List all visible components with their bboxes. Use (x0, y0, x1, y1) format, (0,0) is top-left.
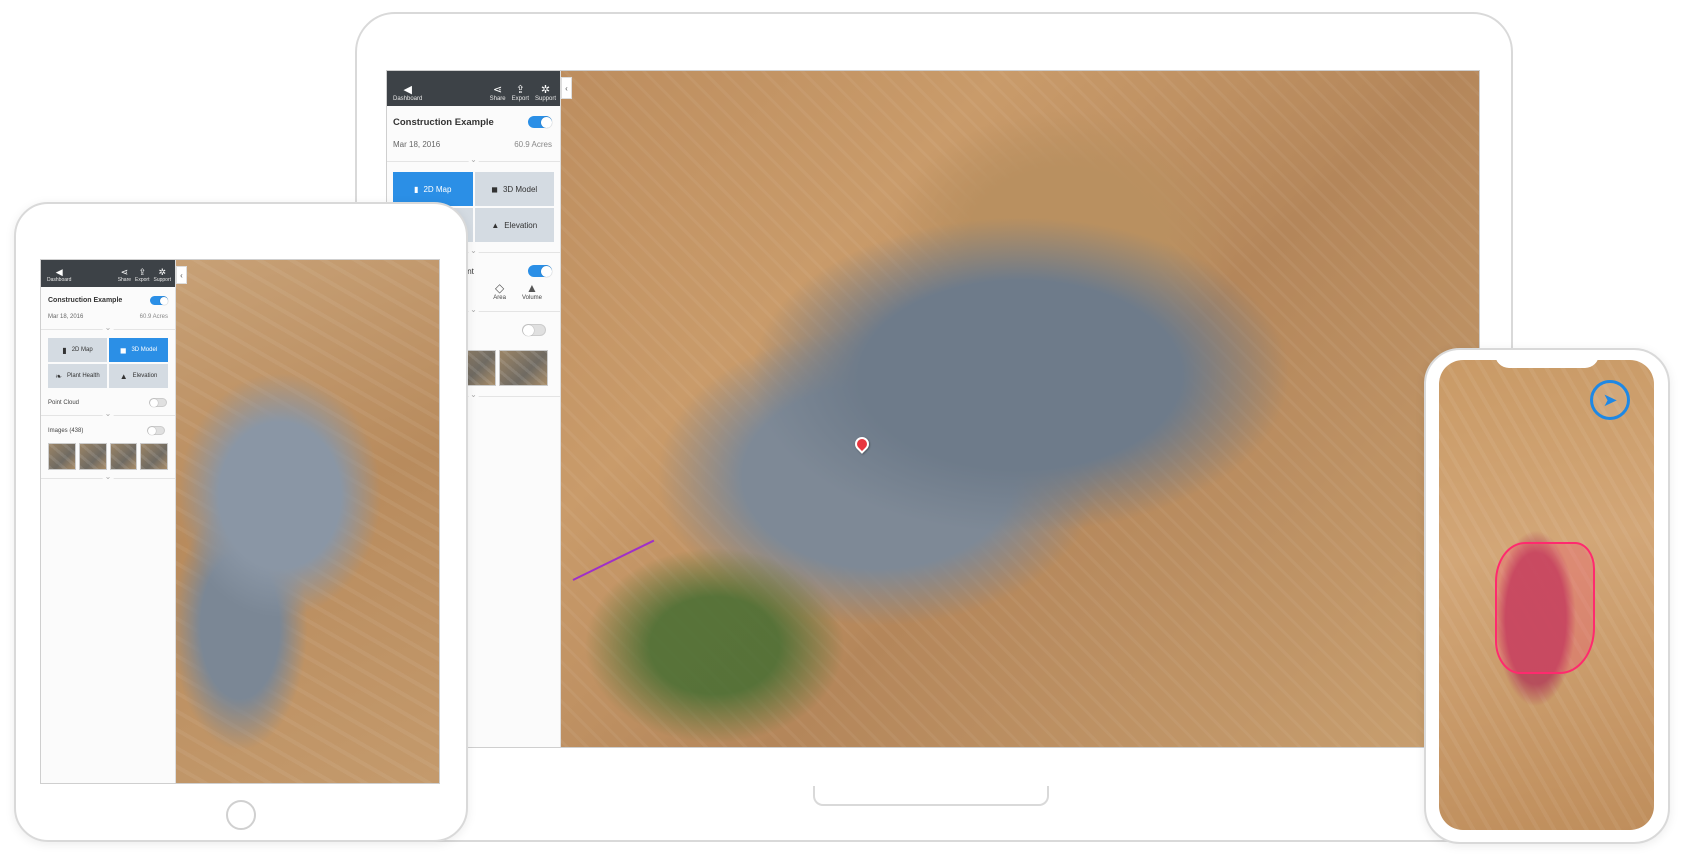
measurement-toggle[interactable] (528, 265, 552, 277)
cube-icon: ◼ (119, 345, 127, 355)
tablet-screen: ◀ Dashboard ⋖ Share ⇪ Export ✲ Support C… (40, 259, 440, 784)
lifebuoy-icon: ✲ (540, 84, 551, 96)
tab-plant-health[interactable]: ❧ Plant Health (48, 364, 107, 388)
mountain-icon: ▲ (119, 371, 128, 381)
export-icon: ⇪ (515, 84, 525, 96)
tab-elevation[interactable]: ▲ Elevation (474, 208, 554, 242)
laptop-screen: ◀ Dashboard ⋖ Share ⇪ Export ✲ Support C… (386, 70, 1480, 748)
tab-elevation[interactable]: ▲ Elevation (109, 364, 168, 388)
share-icon: ⋖ (493, 84, 503, 96)
image-thumbnail[interactable] (499, 350, 548, 386)
point-cloud-toggle[interactable] (522, 324, 546, 336)
image-thumbnail[interactable] (109, 443, 138, 470)
area-size: 60.9 Acres (139, 314, 168, 320)
section-divider (41, 478, 175, 479)
map-icon: ▮ (414, 184, 419, 194)
section-divider (41, 329, 175, 330)
support-button[interactable]: ✲ Support (535, 84, 556, 102)
cube-icon: ◼ (491, 184, 498, 194)
lifebuoy-icon: ✲ (158, 267, 167, 277)
phone-screen: ➤ (1439, 360, 1654, 830)
share-button[interactable]: ⋖ Share (118, 267, 131, 283)
project-title: Construction Example (393, 116, 494, 128)
export-button[interactable]: ⇪ Export (512, 84, 529, 102)
project-visibility-toggle[interactable] (528, 116, 552, 128)
tab-3d-model[interactable]: ◼ 3D Model (474, 172, 554, 206)
point-cloud-label: Point Cloud (48, 399, 80, 406)
view-mode-tiles: ▮ 2D Map ◼ 3D Model ❧ Plant Health ▲ Ele… (41, 338, 175, 388)
area-size: 60.9 Acres (514, 140, 552, 149)
dashboard-button[interactable]: ◀ Dashboard (393, 84, 422, 102)
chevron-left-icon: ‹ (565, 83, 568, 93)
volume-icon: ▲ (526, 281, 538, 295)
images-toggle[interactable] (147, 426, 165, 435)
back-arrow-icon: ◀ (55, 267, 63, 277)
share-icon: ⋖ (120, 267, 129, 277)
capture-date: Mar 18, 2016 (393, 140, 441, 149)
area-icon: ◇ (495, 281, 505, 295)
top-bar: ◀ Dashboard ⋖ Share ⇪ Export ✲ Support (387, 71, 560, 106)
map-icon: ▮ (62, 345, 67, 355)
tab-2d-map[interactable]: ▮ 2D Map (393, 172, 473, 206)
chevron-left-icon: ‹ (180, 270, 183, 280)
collapse-panel-button[interactable]: ‹ (176, 266, 187, 284)
capture-date: Mar 18, 2016 (48, 314, 84, 320)
export-button[interactable]: ⇪ Export (135, 267, 149, 283)
top-bar: ◀ Dashboard ⋖ Share ⇪ Export ✲ Support (41, 260, 175, 287)
images-label: Images (438) (48, 427, 84, 434)
section-divider (41, 415, 175, 416)
phone-notch (1495, 350, 1599, 368)
share-button[interactable]: ⋖ Share (490, 84, 506, 102)
image-thumbnail[interactable] (78, 443, 107, 470)
image-thumbnail[interactable] (140, 443, 168, 470)
tab-2d-map[interactable]: ▮ 2D Map (48, 338, 107, 362)
side-panel: ◀ Dashboard ⋖ Share ⇪ Export ✲ Support C… (41, 260, 176, 783)
image-thumbnails (41, 435, 175, 470)
collapse-panel-button[interactable]: ‹ (561, 77, 572, 99)
volume-measurement-outline[interactable] (1495, 542, 1595, 674)
mountain-icon: ▲ (491, 220, 500, 230)
navigation-arrow-icon: ➤ (1602, 389, 1618, 410)
project-visibility-toggle[interactable] (150, 296, 168, 305)
volume-tool-button[interactable]: ▲ Volume (522, 281, 542, 301)
leaf-icon: ❧ (55, 371, 62, 381)
tab-3d-model[interactable]: ◼ 3D Model (109, 338, 168, 362)
laptop-notch (813, 786, 1049, 806)
section-divider (387, 161, 560, 162)
support-button[interactable]: ✲ Support (153, 267, 171, 283)
back-arrow-icon: ◀ (403, 84, 412, 96)
image-thumbnail[interactable] (48, 443, 76, 470)
point-cloud-toggle[interactable] (149, 398, 167, 407)
project-title: Construction Example (48, 297, 123, 304)
locate-button[interactable]: ➤ (1590, 380, 1630, 420)
area-tool-button[interactable]: ◇ Area (493, 281, 506, 301)
tablet-home-button (226, 800, 256, 830)
dashboard-button[interactable]: ◀ Dashboard (47, 267, 71, 283)
export-icon: ⇪ (138, 267, 147, 277)
